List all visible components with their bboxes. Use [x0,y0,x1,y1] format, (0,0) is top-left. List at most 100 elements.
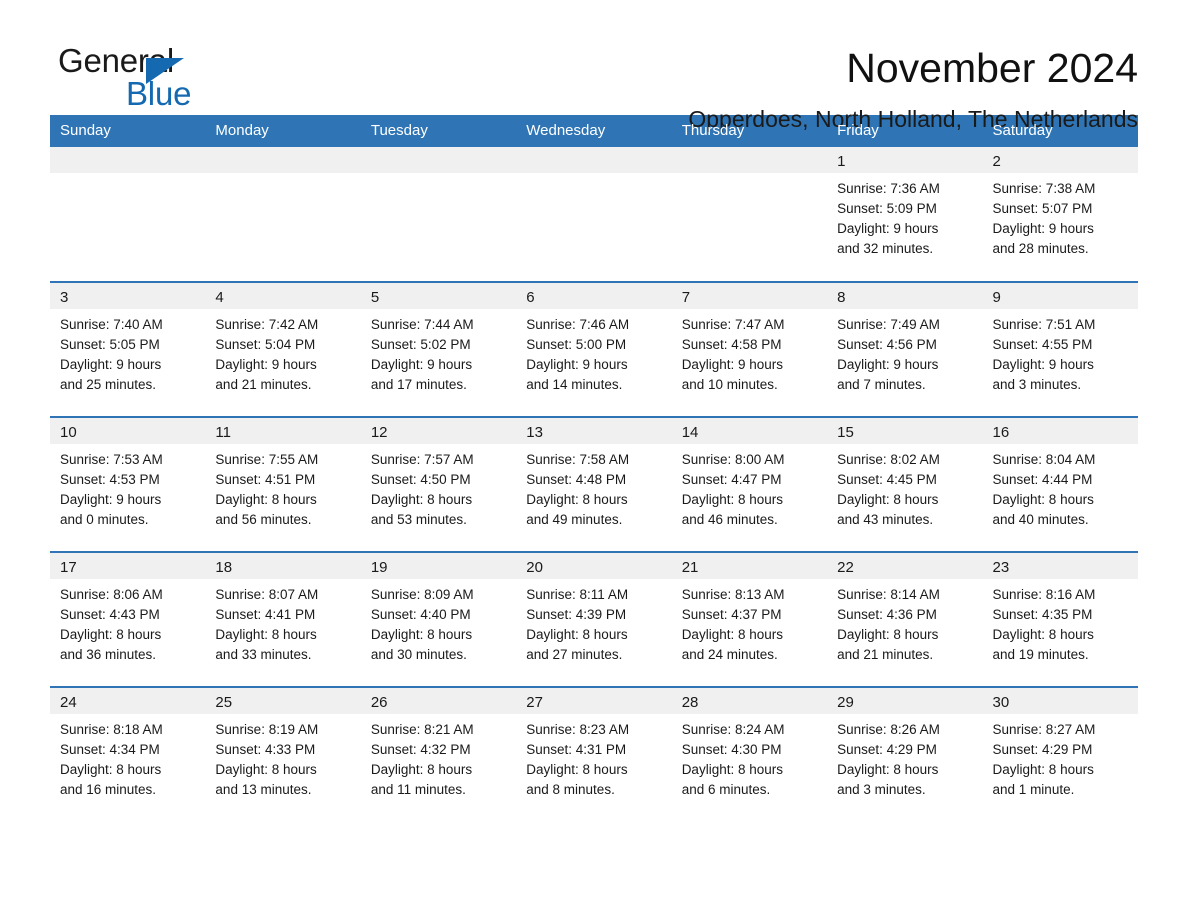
calendar-day-cell[interactable]: 12 Sunrise: 7:57 AM Sunset: 4:50 PM Dayligh… [360,416,517,552]
sunrise-text: Sunrise: 7:38 AM [992,181,1096,196]
sunrise-text: Sunrise: 8:06 AM [60,587,163,602]
day-number [205,147,361,173]
daylight-text-line2: and 3 minutes. [837,782,926,797]
daylight-text-line1: Daylight: 9 hours [60,492,162,507]
day-number: 10 [50,418,206,444]
day-number [50,147,206,173]
sunrise-text: Sunrise: 8:11 AM [526,587,629,602]
daylight-text-line2: and 46 minutes. [681,512,778,527]
calendar-day-cell[interactable]: 16 Sunrise: 8:04 AM Sunset: 4:44 PM Dayligh… [982,416,1138,552]
calendar-week-row: 17 Sunrise: 8:06 AM Sunset: 4:43 PM Dayligh… [50,551,1138,687]
daylight-text-line1: Daylight: 9 hours [992,357,1094,372]
daylight-text-line1: Daylight: 8 hours [992,627,1094,642]
calendar-page: General Blue November 2024 Opperdoes, No… [0,0,1188,918]
calendar-empty-cell [50,147,206,282]
sunrise-text: Sunrise: 8:14 AM [837,587,940,602]
sunset-text: Sunset: 4:45 PM [837,472,937,487]
sunset-text: Sunset: 4:32 PM [370,742,471,757]
calendar-day-cell[interactable]: 27 Sunrise: 8:23 AM Sunset: 4:31 PM Dayligh… [516,686,672,822]
calendar-day-cell[interactable]: 11 Sunrise: 7:55 AM Sunset: 4:51 PM Dayligh… [205,416,361,552]
calendar-day-cell[interactable]: 24 Sunrise: 8:18 AM Sunset: 4:34 PM Dayligh… [50,686,206,822]
weekday-header-wednesday: Wednesday [516,115,672,147]
day-details: Sunrise: 8:23 AM Sunset: 4:31 PM Daylight:… [516,714,671,800]
day-details: Sunrise: 7:55 AM Sunset: 4:51 PM Daylight:… [205,444,360,530]
sunrise-text: Sunrise: 7:44 AM [370,317,474,332]
calendar-week-row: 24 Sunrise: 8:18 AM Sunset: 4:34 PM Dayligh… [50,686,1138,822]
daylight-text-line1: Daylight: 9 hours [837,357,939,372]
daylight-text-line1: Daylight: 8 hours [370,762,473,777]
day-details: Sunrise: 8:18 AM Sunset: 4:34 PM Daylight:… [50,714,205,800]
calendar-day-cell[interactable]: 30 Sunrise: 8:27 AM Sunset: 4:29 PM Dayligh… [982,686,1138,822]
calendar-day-cell[interactable]: 26 Sunrise: 8:21 AM Sunset: 4:32 PM Dayligh… [360,686,517,822]
calendar-day-cell[interactable]: 13 Sunrise: 7:58 AM Sunset: 4:48 PM Dayligh… [516,416,672,552]
daylight-text-line1: Daylight: 8 hours [681,492,783,507]
day-number: 23 [982,553,1138,579]
daylight-text-line2: and 30 minutes. [370,647,467,662]
day-details: Sunrise: 8:09 AM Sunset: 4:40 PM Daylight:… [361,579,516,665]
calendar-day-cell[interactable]: 28 Sunrise: 8:24 AM Sunset: 4:30 PM Dayligh… [671,686,828,822]
calendar-day-cell[interactable]: 19 Sunrise: 8:09 AM Sunset: 4:40 PM Dayligh… [360,551,517,687]
sunset-text: Sunset: 4:31 PM [526,742,627,757]
calendar-day-cell[interactable]: 15 Sunrise: 8:02 AM Sunset: 4:45 PM Dayligh… [827,416,983,552]
day-details: Sunrise: 7:40 AM Sunset: 5:05 PM Daylight:… [50,309,205,395]
sunrise-text: Sunrise: 8:07 AM [215,587,319,602]
daylight-text-line1: Daylight: 9 hours [681,357,783,372]
sunset-text: Sunset: 5:00 PM [526,337,627,352]
calendar-day-cell[interactable]: 5 Sunrise: 7:44 AM Sunset: 5:02 PM Daylight… [360,281,517,417]
daylight-text-line1: Daylight: 8 hours [837,627,939,642]
weekday-header-monday: Monday [205,115,361,147]
daylight-text-line2: and 21 minutes. [837,647,934,662]
calendar-day-cell[interactable]: 4 Sunrise: 7:42 AM Sunset: 5:04 PM Daylight… [205,281,361,417]
daylight-text-line1: Daylight: 9 hours [60,357,162,372]
day-details: Sunrise: 7:38 AM Sunset: 5:07 PM Daylight:… [983,173,1138,259]
calendar-day-cell[interactable]: 17 Sunrise: 8:06 AM Sunset: 4:43 PM Dayligh… [50,551,206,687]
calendar-day-cell[interactable]: 6 Sunrise: 7:46 AM Sunset: 5:00 PM Daylight… [516,281,672,417]
calendar-day-cell[interactable]: 2 Sunrise: 7:38 AM Sunset: 5:07 PM Daylight… [982,147,1138,282]
calendar-day-cell[interactable]: 22 Sunrise: 8:14 AM Sunset: 4:36 PM Dayligh… [827,551,983,687]
calendar-day-cell[interactable]: 21 Sunrise: 8:13 AM Sunset: 4:37 PM Dayligh… [671,551,828,687]
calendar-day-cell[interactable]: 7 Sunrise: 7:47 AM Sunset: 4:58 PM Daylight… [671,281,828,417]
sunset-text: Sunset: 4:50 PM [370,472,471,487]
day-number: 27 [516,688,672,714]
daylight-text-line1: Daylight: 8 hours [370,492,473,507]
daylight-text-line1: Daylight: 8 hours [526,627,628,642]
daylight-text-line2: and 32 minutes. [837,241,934,256]
calendar-day-cell[interactable]: 10 Sunrise: 7:53 AM Sunset: 4:53 PM Dayligh… [50,416,206,552]
sunrise-text: Sunrise: 7:51 AM [992,317,1096,332]
calendar-day-cell[interactable]: 20 Sunrise: 8:11 AM Sunset: 4:39 PM Dayligh… [516,551,672,687]
day-number: 9 [982,283,1138,309]
calendar-day-cell[interactable]: 23 Sunrise: 8:16 AM Sunset: 4:35 PM Dayligh… [982,551,1138,687]
sunset-text: Sunset: 5:09 PM [837,201,937,216]
calendar-day-cell[interactable]: 29 Sunrise: 8:26 AM Sunset: 4:29 PM Dayligh… [827,686,983,822]
sunset-text: Sunset: 4:40 PM [370,607,471,622]
calendar-day-cell[interactable]: 18 Sunrise: 8:07 AM Sunset: 4:41 PM Dayligh… [205,551,361,687]
sunrise-text: Sunrise: 7:58 AM [526,452,630,467]
calendar-day-cell[interactable]: 8 Sunrise: 7:49 AM Sunset: 4:56 PM Daylight… [827,281,983,417]
day-number: 21 [671,553,828,579]
daylight-text-line1: Daylight: 9 hours [992,221,1094,236]
day-details: Sunrise: 7:42 AM Sunset: 5:04 PM Daylight:… [205,309,360,395]
sunrise-text: Sunrise: 8:23 AM [526,722,630,737]
calendar-day-cell[interactable]: 3 Sunrise: 7:40 AM Sunset: 5:05 PM Daylight… [50,281,206,417]
day-number: 2 [982,147,1138,173]
daylight-text-line1: Daylight: 8 hours [60,762,162,777]
day-number: 18 [205,553,361,579]
generalblue-logo[interactable]: General Blue [50,44,250,114]
daylight-text-line2: and 14 minutes. [526,377,623,392]
daylight-text-line1: Daylight: 8 hours [837,492,939,507]
daylight-text-line2: and 53 minutes. [370,512,467,527]
daylight-text-line1: Daylight: 8 hours [370,627,473,642]
day-details: Sunrise: 8:14 AM Sunset: 4:36 PM Daylight:… [827,579,982,665]
sunset-text: Sunset: 4:35 PM [992,607,1093,622]
calendar-day-cell[interactable]: 25 Sunrise: 8:19 AM Sunset: 4:33 PM Dayligh… [205,686,361,822]
calendar-day-cell[interactable]: 14 Sunrise: 8:00 AM Sunset: 4:47 PM Dayligh… [671,416,828,552]
day-number: 6 [516,283,672,309]
sunset-text: Sunset: 5:05 PM [60,337,160,352]
daylight-text-line1: Daylight: 8 hours [215,762,317,777]
calendar-day-cell[interactable]: 1 Sunrise: 7:36 AM Sunset: 5:09 PM Daylight… [827,147,983,282]
day-details: Sunrise: 8:21 AM Sunset: 4:32 PM Daylight:… [361,714,516,800]
day-details: Sunrise: 8:13 AM Sunset: 4:37 PM Daylight:… [672,579,827,665]
calendar-day-cell[interactable]: 9 Sunrise: 7:51 AM Sunset: 4:55 PM Daylight… [982,281,1138,417]
sunset-text: Sunset: 4:44 PM [992,472,1093,487]
daylight-text-line1: Daylight: 8 hours [215,627,317,642]
